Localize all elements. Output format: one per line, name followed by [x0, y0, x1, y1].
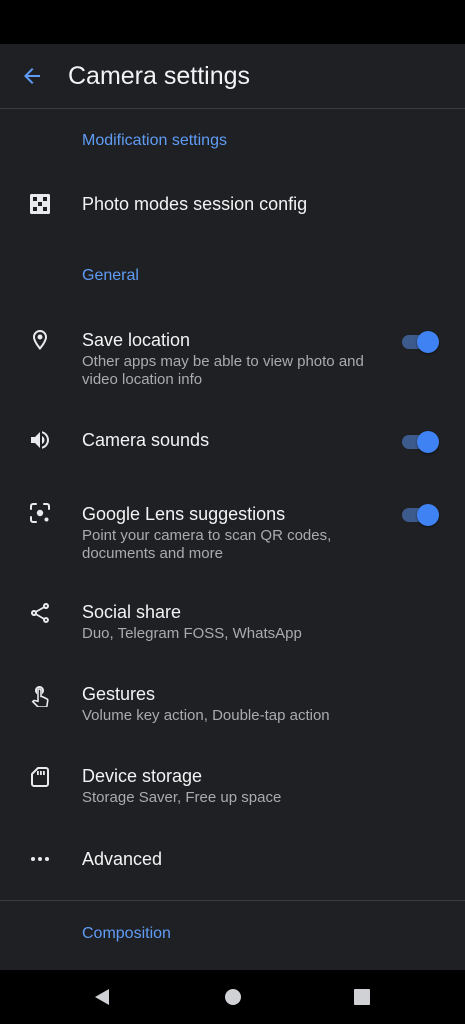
nav-home-icon: [225, 989, 241, 1005]
setting-device-storage[interactable]: Device storage Storage Saver, Free up sp…: [0, 754, 465, 818]
section-header-general: General: [82, 267, 139, 284]
setting-title: Save location: [82, 330, 191, 350]
sd-card-icon: [28, 765, 52, 789]
location-pin-icon: [28, 328, 52, 352]
nav-home-button[interactable]: [219, 983, 247, 1011]
nav-back-button[interactable]: [88, 983, 116, 1011]
section-divider: [0, 900, 465, 901]
toggle-thumb: [417, 331, 439, 353]
setting-advanced[interactable]: Advanced: [0, 834, 465, 884]
toggle-thumb: [417, 504, 439, 526]
volume-icon: [28, 428, 52, 452]
save-location-toggle[interactable]: [401, 330, 441, 354]
toggle-thumb: [417, 431, 439, 453]
nav-recents-button[interactable]: [348, 983, 376, 1011]
setting-title: Advanced: [82, 849, 163, 869]
setting-title: Social share: [82, 602, 182, 622]
navigation-bar: [0, 970, 465, 1024]
setting-subtitle: Storage Saver, Free up space: [82, 789, 282, 806]
setting-gestures[interactable]: Gestures Volume key action, Double-tap a…: [0, 672, 465, 736]
screen: Camera settings Modification settings Ph…: [0, 0, 465, 1024]
setting-google-lens[interactable]: Google Lens suggestions Point your camer…: [0, 488, 465, 568]
gesture-icon: [28, 683, 52, 707]
setting-subtitle: Duo, Telegram FOSS, WhatsApp: [82, 625, 302, 642]
settings-page: Camera settings Modification settings Ph…: [0, 44, 465, 970]
more-horiz-icon: [28, 847, 52, 871]
section-header-modification: Modification settings: [82, 132, 227, 149]
lens-icon: [28, 501, 52, 525]
setting-title: Photo modes session config: [82, 194, 308, 214]
setting-social-share[interactable]: Social share Duo, Telegram FOSS, WhatsAp…: [0, 590, 465, 654]
toolbar-divider: [0, 108, 465, 109]
nav-back-icon: [95, 989, 109, 1005]
setting-subtitle: Other apps may be able to view photo and…: [82, 353, 364, 388]
setting-title: Google Lens suggestions: [82, 504, 286, 524]
back-button[interactable]: [12, 56, 52, 96]
toolbar: Camera settings: [0, 44, 465, 108]
section-header-composition: Composition: [82, 925, 171, 942]
status-bar: [0, 0, 465, 44]
setting-subtitle: Point your camera to scan QR codes, docu…: [82, 527, 332, 562]
setting-title: Device storage: [82, 766, 203, 786]
camera-sounds-toggle[interactable]: [401, 430, 441, 454]
setting-photo-modes[interactable]: Photo modes session config: [0, 174, 465, 234]
arrow-back-icon: [24, 68, 40, 84]
settings-grid-icon: [28, 192, 52, 216]
share-icon: [28, 601, 52, 625]
setting-title: Gestures: [82, 684, 156, 704]
lens-suggestions-toggle[interactable]: [401, 503, 441, 527]
setting-subtitle: Volume key action, Double-tap action: [82, 707, 330, 724]
setting-camera-sounds[interactable]: Camera sounds: [0, 414, 465, 470]
page-title: Camera settings: [68, 62, 251, 90]
setting-title: Camera sounds: [82, 430, 210, 450]
nav-recents-icon: [354, 989, 370, 1005]
setting-save-location[interactable]: Save location Other apps may be able to …: [0, 314, 465, 398]
